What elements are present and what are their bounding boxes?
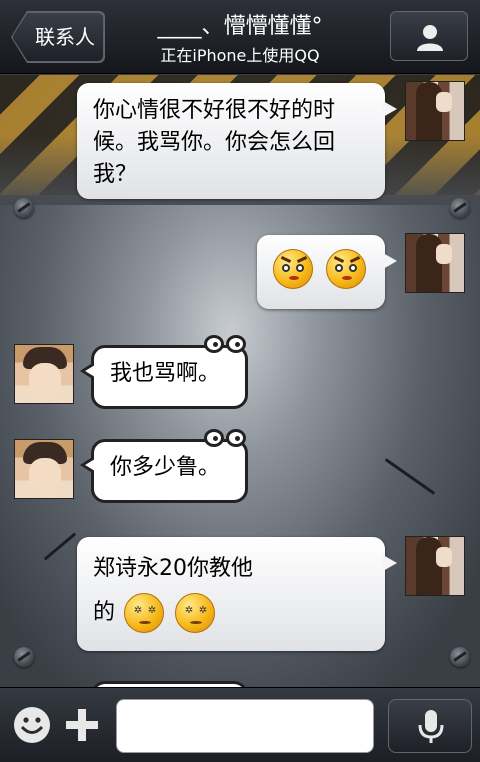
bubble-eyes-decoration <box>294 671 338 687</box>
emoji-button[interactable] <box>12 705 52 745</box>
chat-title: ____、懵懵懂懂° <box>157 14 323 39</box>
my-avatar[interactable] <box>405 233 465 293</box>
crack-decoration <box>43 532 77 561</box>
smiley-icon <box>14 707 50 743</box>
crack-decoration <box>384 458 436 495</box>
my-avatar[interactable] <box>405 81 465 141</box>
contact-avatar[interactable] <box>14 439 74 499</box>
angry-face-icon <box>326 249 366 289</box>
message-bubble-self[interactable]: 郑诗永20你教他 的 ✲ ✲ ✲ ✲ <box>77 537 397 651</box>
message-bubble-other[interactable]: 你多少鲁。 <box>80 429 248 503</box>
input-bar <box>0 687 480 762</box>
message-input[interactable] <box>116 699 374 753</box>
angry-face-icon <box>273 249 313 289</box>
screw-decoration <box>14 198 34 218</box>
screw-decoration <box>14 647 34 667</box>
contacts-back-button[interactable]: 联系人 <box>12 12 104 62</box>
bubble-eyes-decoration <box>204 429 248 451</box>
message-text: 我也骂啊。 <box>110 361 221 386</box>
more-options-button[interactable] <box>64 705 100 745</box>
message-text: 你心情很不好很不好的时候。我骂你。你会怎么回我？ <box>93 98 336 187</box>
message-bubble-self[interactable] <box>257 235 397 309</box>
profile-button[interactable] <box>390 11 468 61</box>
message-bubble-self[interactable]: 你心情很不好很不好的时候。我骂你。你会怎么回我？ <box>77 83 397 199</box>
dizzy-face-icon: ✲ ✲ <box>124 593 165 633</box>
chat-header: 联系人 ____、懵懵懂懂° 正在iPhone上使用QQ <box>0 0 480 74</box>
microphone-icon <box>418 710 444 743</box>
contact-avatar[interactable] <box>14 344 74 404</box>
chat-status: 正在iPhone上使用QQ <box>160 46 320 65</box>
screw-decoration <box>450 647 470 667</box>
chat-area[interactable]: 你心情很不好很不好的时候。我骂你。你会怎么回我？ 我也骂啊。 你多少鲁。 郑诗永… <box>0 75 480 687</box>
person-icon <box>417 25 443 51</box>
message-bubble-other[interactable]: 我也骂啊。 <box>80 335 248 409</box>
my-avatar[interactable] <box>405 536 465 596</box>
dizzy-face-icon: ✲ ✲ <box>175 593 216 633</box>
message-text: 郑诗永20你教他 <box>93 556 253 581</box>
plus-icon <box>66 709 98 741</box>
message-text: 的 <box>93 600 116 625</box>
voice-button[interactable] <box>388 699 472 753</box>
screw-decoration <box>450 198 470 218</box>
bubble-eyes-decoration <box>204 335 248 357</box>
message-text: 你多少鲁。 <box>110 455 221 480</box>
